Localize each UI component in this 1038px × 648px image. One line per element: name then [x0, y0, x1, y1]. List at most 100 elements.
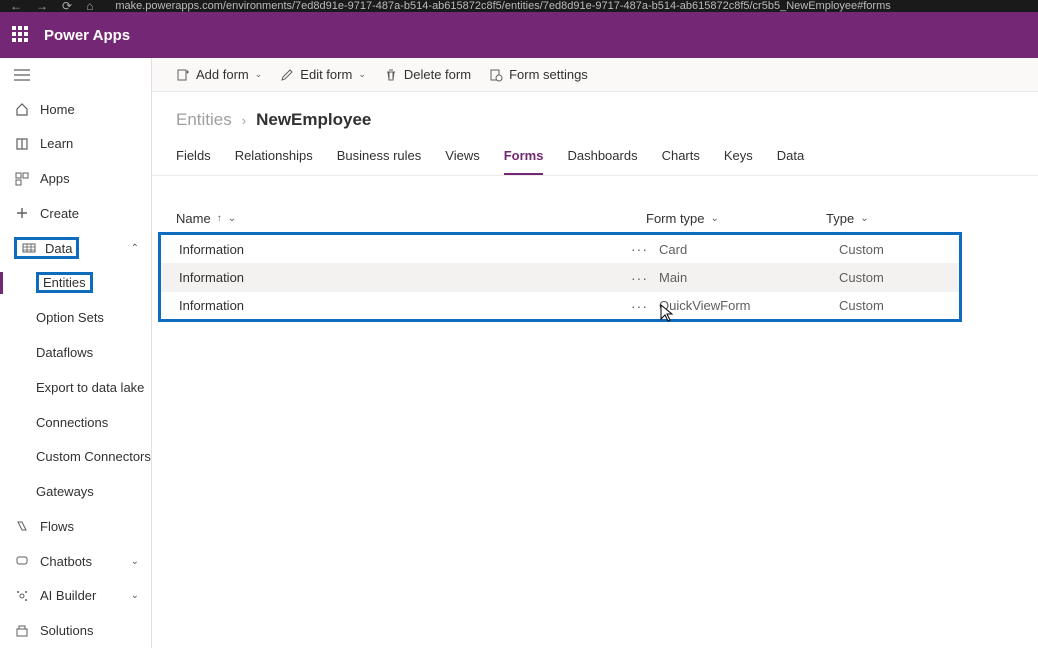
cell-type: Custom [839, 242, 959, 257]
tab-views[interactable]: Views [445, 148, 479, 175]
nav-label: Flows [40, 519, 74, 534]
settings-icon [489, 68, 503, 82]
nav-flows[interactable]: Flows [0, 509, 151, 544]
tab-data[interactable]: Data [777, 148, 804, 175]
nav-aibuilder[interactable]: AI Builder ⌄ [0, 578, 151, 613]
col-label: Name [176, 211, 211, 226]
nav-data-entities[interactable]: Entities [0, 266, 151, 301]
chevron-down-icon: ⌄ [131, 590, 139, 601]
forms-table: Name ↑ ⌄ Form type ⌄ Type ⌄ Inf [152, 204, 1038, 322]
nav-label: Entities [36, 272, 93, 293]
entity-tabs: Fields Relationships Business rules View… [152, 148, 1038, 176]
tab-businessrules[interactable]: Business rules [337, 148, 422, 175]
nav-learn[interactable]: Learn [0, 127, 151, 162]
chevron-up-icon: ⌃ [131, 243, 139, 254]
col-label: Form type [646, 211, 705, 226]
tab-relationships[interactable]: Relationships [235, 148, 313, 175]
nav-data[interactable]: Data ⌃ [0, 231, 151, 266]
cell-formtype: Main [659, 270, 839, 285]
browser-chrome-bar: ← → ⟳ ⌂ make.powerapps.com/environments/… [0, 0, 1038, 12]
cmd-label: Delete form [404, 67, 471, 82]
nav-chatbots[interactable]: Chatbots ⌄ [0, 544, 151, 579]
nav-data-export[interactable]: Export to data lake [0, 370, 151, 405]
chevron-down-icon: ⌄ [255, 69, 263, 80]
nav-create[interactable]: Create [0, 196, 151, 231]
nav-label: AI Builder [40, 588, 96, 603]
row-more-button[interactable]: ··· [631, 298, 659, 314]
chevron-down-icon: ⌄ [711, 213, 719, 224]
nav-label: Create [40, 206, 79, 221]
tab-keys[interactable]: Keys [724, 148, 753, 175]
column-header-type[interactable]: Type ⌄ [826, 211, 966, 226]
cell-name: Information [179, 270, 631, 285]
breadcrumb-root[interactable]: Entities [176, 110, 232, 130]
home-icon [14, 101, 30, 117]
left-nav: Home Learn Apps Create Data ⌃ Entities O… [0, 58, 152, 648]
add-form-button[interactable]: Add form ⌄ [176, 67, 262, 82]
nav-data-dataflows[interactable]: Dataflows [0, 335, 151, 370]
add-form-icon [176, 68, 190, 82]
command-bar: Add form ⌄ Edit form ⌄ Delete form Form … [152, 58, 1038, 92]
address-bar[interactable]: make.powerapps.com/environments/7ed8d91e… [115, 0, 890, 12]
nav-home[interactable]: Home [0, 92, 151, 127]
table-row[interactable]: Information ··· QuickViewForm Custom [161, 291, 959, 319]
main-content: Add form ⌄ Edit form ⌄ Delete form Form … [152, 58, 1038, 648]
column-header-formtype[interactable]: Form type ⌄ [646, 211, 826, 226]
nav-label: Solutions [40, 623, 93, 638]
table-row[interactable]: Information ··· Card Custom [161, 235, 959, 263]
app-launcher-icon[interactable] [12, 26, 30, 44]
nav-data-customconnectors[interactable]: Custom Connectors [0, 439, 151, 474]
table-body-highlight: Information ··· Card Custom Information … [158, 232, 962, 322]
col-label: Type [826, 211, 854, 226]
delete-form-button[interactable]: Delete form [384, 67, 471, 82]
nav-solutions[interactable]: Solutions [0, 613, 151, 648]
cell-name: Information [179, 298, 631, 313]
flow-icon [14, 518, 30, 534]
forward-icon[interactable]: → [36, 0, 48, 13]
data-icon [21, 240, 37, 256]
edit-form-button[interactable]: Edit form ⌄ [280, 67, 366, 82]
cell-formtype: Card [659, 242, 839, 257]
apps-icon [14, 171, 30, 187]
sort-asc-icon: ↑ [217, 213, 222, 224]
tab-forms[interactable]: Forms [504, 148, 544, 175]
nav-apps[interactable]: Apps [0, 161, 151, 196]
edit-icon [280, 68, 294, 82]
column-header-name[interactable]: Name ↑ ⌄ [176, 211, 646, 226]
cmd-label: Form settings [509, 67, 588, 82]
cell-name: Information [179, 242, 631, 257]
delete-icon [384, 68, 398, 82]
nav-label: Chatbots [40, 554, 92, 569]
row-more-button[interactable]: ··· [631, 270, 659, 286]
back-icon[interactable]: ← [10, 0, 22, 13]
ai-icon [14, 588, 30, 604]
nav-data-connections[interactable]: Connections [0, 405, 151, 440]
cmd-label: Add form [196, 67, 249, 82]
app-header: Power Apps [0, 12, 1038, 58]
table-header: Name ↑ ⌄ Form type ⌄ Type ⌄ [152, 204, 1038, 232]
home-icon[interactable]: ⌂ [86, 0, 93, 13]
cell-type: Custom [839, 270, 959, 285]
tab-dashboards[interactable]: Dashboards [567, 148, 637, 175]
nav-label: Apps [40, 171, 70, 186]
cell-type: Custom [839, 298, 959, 313]
nav-data-optionsets[interactable]: Option Sets [0, 300, 151, 335]
reload-icon[interactable]: ⟳ [62, 0, 72, 13]
chevron-down-icon: ⌄ [228, 213, 236, 224]
form-settings-button[interactable]: Form settings [489, 67, 588, 82]
tab-fields[interactable]: Fields [176, 148, 211, 175]
chevron-down-icon: ⌄ [860, 213, 868, 224]
cell-formtype: QuickViewForm [659, 298, 839, 313]
table-row[interactable]: Information ··· Main Custom [161, 263, 959, 291]
row-more-button[interactable]: ··· [631, 241, 659, 257]
chevron-down-icon: ⌄ [131, 556, 139, 567]
tab-charts[interactable]: Charts [662, 148, 700, 175]
chevron-down-icon: ⌄ [358, 69, 366, 80]
breadcrumb: Entities › NewEmployee [152, 110, 1038, 130]
nav-label: Learn [40, 136, 73, 151]
breadcrumb-current: NewEmployee [256, 110, 371, 130]
nav-data-gateways[interactable]: Gateways [0, 474, 151, 509]
collapse-nav-button[interactable] [0, 58, 151, 92]
chatbot-icon [14, 553, 30, 569]
nav-label: Home [40, 102, 75, 117]
